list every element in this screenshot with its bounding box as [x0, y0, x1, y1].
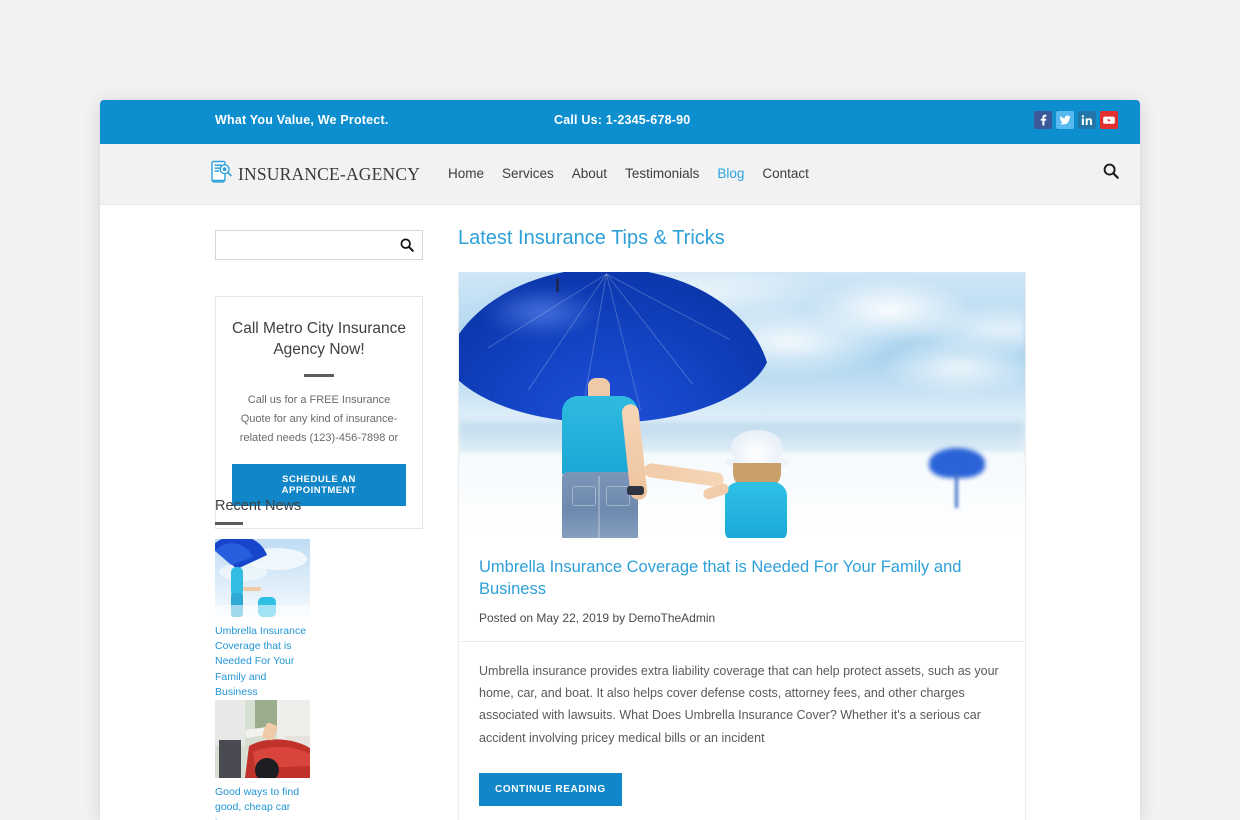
recent-news-title[interactable]: Umbrella Insurance Coverage that is Need…: [215, 624, 310, 700]
site-tagline: What You Value, We Protect.: [215, 113, 389, 127]
divider: [304, 373, 334, 377]
nav-item-contact[interactable]: Contact: [762, 166, 809, 181]
divider: [215, 522, 243, 525]
nav-item-blog[interactable]: Blog: [717, 166, 744, 181]
umbrella-highlight: [481, 286, 601, 338]
post-excerpt: Umbrella insurance provides extra liabil…: [479, 663, 999, 745]
sidebar: Call Metro City Insurance Agency Now! Ca…: [215, 230, 425, 820]
post-meta-by: by: [612, 610, 626, 625]
call-cta-body: Call us for a FREE Insurance Quote for a…: [239, 393, 399, 444]
nav-menu: Home Services About Testimonials Blog Co…: [448, 166, 809, 181]
car-accident-claim-photo: [215, 700, 310, 779]
search-submit-icon[interactable]: [399, 237, 415, 258]
twitter-icon[interactable]: [1056, 111, 1074, 129]
document-magnifier-icon: [210, 160, 232, 189]
top-utility-bar: What You Value, We Protect. Call Us: 1-2…: [100, 100, 1140, 144]
linkedin-icon[interactable]: [1078, 111, 1096, 129]
recent-news-heading: Recent News: [215, 498, 302, 514]
post-body: Umbrella Insurance Coverage that is Need…: [459, 538, 1025, 820]
website-frame: What You Value, We Protect. Call Us: 1-2…: [100, 100, 1140, 820]
nav-item-home[interactable]: Home: [448, 166, 484, 181]
post-author[interactable]: DemoTheAdmin: [628, 611, 715, 625]
recent-news-list: Umbrella Insurance Coverage that is Need…: [215, 539, 425, 820]
phone-number[interactable]: Call Us: 1-2345-678-90: [554, 113, 690, 127]
social-links: [1034, 111, 1118, 129]
sidebar-search[interactable]: [215, 230, 423, 260]
adult-figure: [554, 368, 648, 538]
child-figure: [701, 430, 795, 538]
umbrella-family-beach-photo: [215, 539, 310, 617]
page-content: Call Metro City Insurance Agency Now! Ca…: [100, 205, 1140, 820]
list-item[interactable]: Good ways to find good, cheap car insura…: [215, 700, 310, 820]
brand-name: INSURANCE-AGENCY: [238, 164, 421, 184]
search-icon[interactable]: [1102, 162, 1120, 185]
main-column: Latest Insurance Tips & Tricks Umbrella …: [458, 227, 1026, 820]
nav-item-about[interactable]: About: [572, 166, 607, 181]
main-navbar: INSURANCE-AGENCY Home Services About Tes…: [100, 144, 1140, 205]
search-input[interactable]: [216, 231, 408, 259]
post-meta: Posted on May 22, 2019 by DemoTheAdmin: [479, 611, 1005, 625]
post-header: Umbrella Insurance Coverage that is Need…: [459, 538, 1025, 642]
post-title-link[interactable]: Umbrella Insurance Coverage that is Need…: [479, 556, 1005, 601]
youtube-icon[interactable]: [1100, 111, 1118, 129]
distant-umbrella: [929, 448, 985, 508]
recent-news-widget: Recent News Umbrella Insurance Coverage …: [215, 498, 425, 820]
post-date[interactable]: May 22, 2019: [536, 611, 609, 625]
list-item[interactable]: Umbrella Insurance Coverage that is Need…: [215, 539, 310, 700]
page-title: Latest Insurance Tips & Tricks: [458, 227, 725, 249]
umbrella-tip: [556, 278, 559, 292]
recent-news-title[interactable]: Good ways to find good, cheap car insura…: [215, 785, 310, 820]
umbrella-parent-child-beach-photo: [459, 272, 1025, 538]
nav-item-testimonials[interactable]: Testimonials: [625, 166, 699, 181]
call-cta-card: Call Metro City Insurance Agency Now! Ca…: [215, 296, 423, 529]
continue-reading-button[interactable]: CONTINUE READING: [479, 772, 622, 806]
facebook-icon[interactable]: [1034, 111, 1052, 129]
post-card: Umbrella Insurance Coverage that is Need…: [458, 272, 1026, 820]
post-meta-prefix: Posted on: [479, 610, 534, 625]
nav-item-services[interactable]: Services: [502, 166, 554, 181]
site-logo[interactable]: INSURANCE-AGENCY: [210, 160, 420, 189]
call-cta-heading: Call Metro City Insurance Agency Now!: [232, 320, 407, 358]
